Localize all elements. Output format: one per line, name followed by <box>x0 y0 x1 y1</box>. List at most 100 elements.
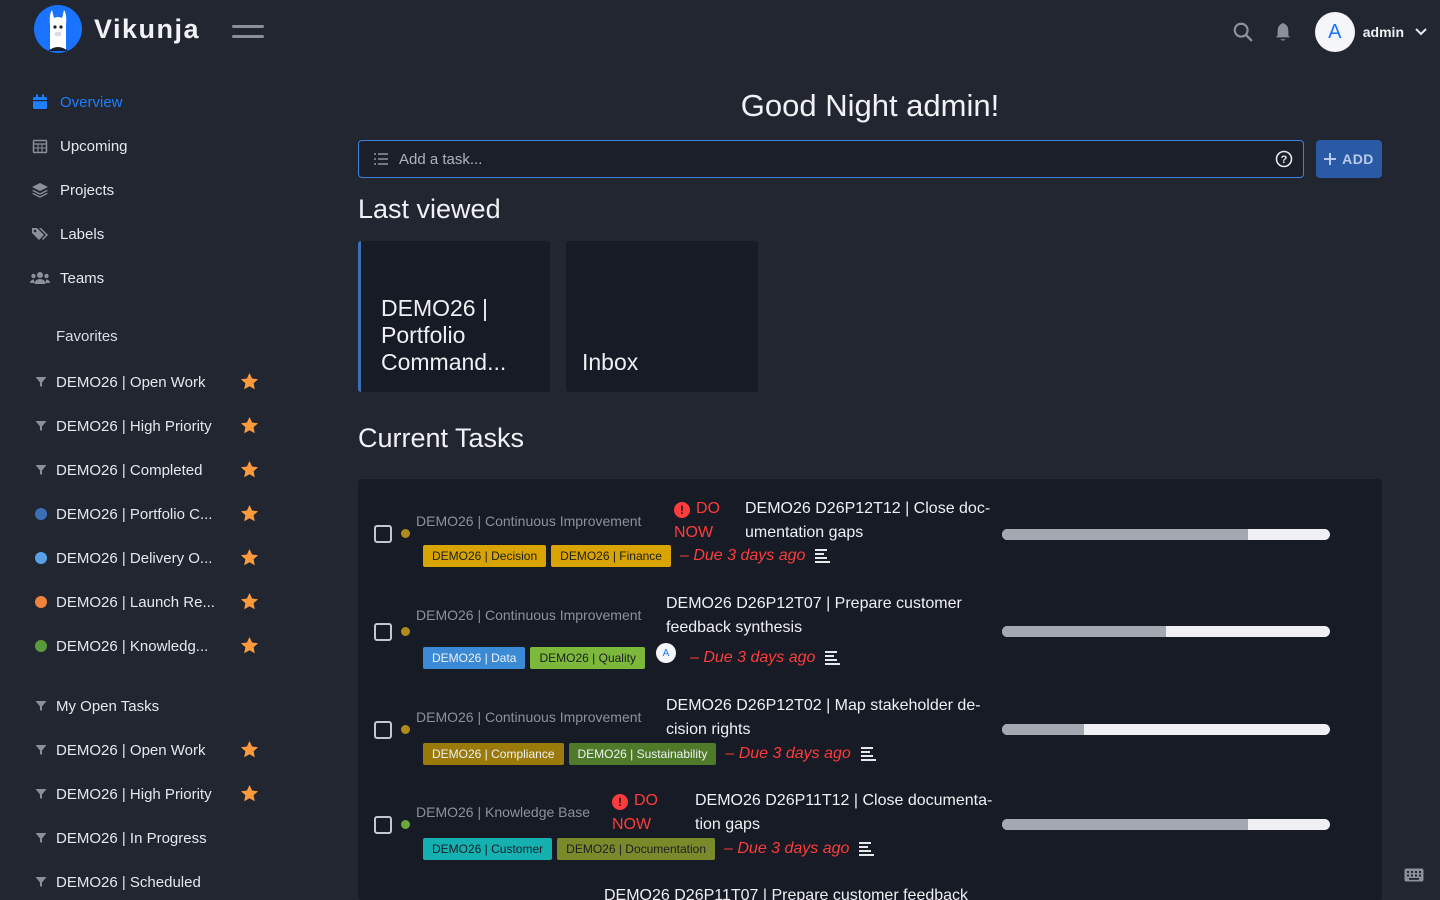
favorite-item[interactable]: DEMO26 | Launch Re... <box>34 588 274 616</box>
project-color-dot <box>35 552 47 564</box>
add-task-button[interactable]: ADD <box>1316 140 1382 178</box>
plus-icon <box>1324 153 1337 165</box>
last-viewed-card[interactable]: DEMO26 | Portfolio Command... <box>358 241 550 392</box>
sidebar-item-projects[interactable]: Projects <box>30 175 114 205</box>
favorite-label: DEMO26 | Open Work <box>56 373 206 391</box>
progress-fill <box>1002 626 1166 637</box>
sidebar-item-overview[interactable]: Overview <box>30 87 123 117</box>
project-color-dot <box>401 627 410 636</box>
task-label: DEMO26 | Decision <box>423 545 547 567</box>
task-progress-bar <box>1002 529 1330 540</box>
task-title[interactable]: DEMO26 D26P11T12 | Close documenta-tion … <box>695 789 1015 837</box>
project-color-dot <box>401 529 410 538</box>
sidebar-item-label: Upcoming <box>60 137 128 155</box>
task-checkbox[interactable] <box>374 525 392 543</box>
task-project: DEMO26 | Continuous Improvement <box>416 709 642 725</box>
sidebar-item-label: Labels <box>60 225 105 243</box>
users-icon <box>30 271 50 285</box>
user-menu[interactable]: A admin <box>1303 12 1428 52</box>
favorite-label: DEMO26 | Launch Re... <box>56 593 215 611</box>
favorite-item[interactable]: DEMO26 | Completed <box>34 456 274 484</box>
filter-icon <box>35 833 47 843</box>
star-icon[interactable] <box>240 592 259 615</box>
username: admin <box>1362 24 1404 40</box>
favorite-item[interactable]: DEMO26 | Portfolio C... <box>34 500 274 528</box>
task-title[interactable]: DEMO26 D26P12T02 | Map stakeholder de-ci… <box>666 694 1006 742</box>
last-viewed-card[interactable]: Inbox <box>566 241 758 392</box>
star-icon[interactable] <box>240 784 259 807</box>
star-icon[interactable] <box>240 740 259 763</box>
task-title[interactable]: DEMO26 D26P12T07 | Prepare customer feed… <box>666 592 996 640</box>
filter-item[interactable]: DEMO26 | Open Work <box>34 736 274 764</box>
filter-icon <box>35 377 47 387</box>
project-color-dot <box>35 640 47 652</box>
help-icon[interactable]: ? <box>1275 150 1293 168</box>
exclamation-icon: ! <box>674 502 690 518</box>
task-title[interactable]: DEMO26 D26P11T07 | Prepare customer feed… <box>604 884 1024 900</box>
sidebar-item-teams[interactable]: Teams <box>30 263 104 293</box>
search-button[interactable] <box>1223 12 1263 52</box>
task-progress-bar <box>1002 626 1330 637</box>
project-color-dot <box>401 725 410 734</box>
project-color-dot <box>401 820 410 829</box>
favorite-label: DEMO26 | Completed <box>56 461 203 479</box>
logo[interactable]: Vikunja <box>34 5 200 53</box>
menu-toggle-button[interactable] <box>232 25 264 39</box>
keyboard-shortcuts-icon[interactable] <box>1404 868 1424 887</box>
bell-icon <box>1275 23 1290 41</box>
favorite-label: DEMO26 | Knowledg... <box>56 637 209 655</box>
progress-fill <box>1002 724 1084 735</box>
description-icon <box>859 842 875 856</box>
filter-label: DEMO26 | In Progress <box>56 829 207 847</box>
filter-item[interactable]: DEMO26 | In Progress <box>34 824 274 852</box>
favorite-item[interactable]: DEMO26 | Delivery O... <box>34 544 274 572</box>
task-labels: DEMO26 | Decision DEMO26 | Finance – Due… <box>423 545 831 567</box>
task-checkbox[interactable] <box>374 721 392 739</box>
due-date: – Due 3 days ago <box>725 745 851 762</box>
filter-item[interactable]: DEMO26 | High Priority <box>34 780 274 808</box>
filter-item[interactable]: DEMO26 | Scheduled <box>34 868 274 896</box>
star-icon[interactable] <box>240 372 259 395</box>
progress-fill <box>1002 819 1248 830</box>
filter-icon <box>35 745 47 755</box>
layers-icon <box>30 182 50 198</box>
card-title: Inbox <box>582 349 639 375</box>
project-color-dot <box>35 596 47 608</box>
filter-icon <box>35 421 47 431</box>
add-task-field[interactable]: ? <box>358 140 1304 178</box>
filter-item[interactable]: My Open Tasks <box>34 692 274 720</box>
favorite-item[interactable]: DEMO26 | Open Work <box>34 368 274 396</box>
task-checkbox[interactable] <box>374 816 392 834</box>
star-icon[interactable] <box>240 548 259 571</box>
sidebar-item-label: Overview <box>60 93 123 111</box>
task-checkbox[interactable] <box>374 623 392 641</box>
star-icon[interactable] <box>240 416 259 439</box>
top-bar: Vikunja A admin <box>0 0 1440 64</box>
favorite-item[interactable]: DEMO26 | High Priority <box>34 412 274 440</box>
task-label: DEMO26 | Compliance <box>423 743 564 765</box>
chevron-down-icon <box>1415 28 1427 36</box>
sidebar-item-upcoming[interactable]: Upcoming <box>30 131 128 161</box>
star-icon[interactable] <box>240 504 259 527</box>
filter-label: My Open Tasks <box>56 697 160 715</box>
favorites-heading: Favorites <box>56 328 118 345</box>
favorite-item[interactable]: DEMO26 | Knowledg... <box>34 632 274 660</box>
llama-logo-icon <box>34 5 82 53</box>
star-icon[interactable] <box>240 460 259 483</box>
priority-badge: ! DO NOW <box>674 497 734 545</box>
avatar: A <box>1314 12 1355 52</box>
star-icon[interactable] <box>240 636 259 659</box>
notifications-button[interactable] <box>1263 12 1303 52</box>
task-title[interactable]: DEMO26 D26P12T12 | Close doc-umentation … <box>745 497 1007 545</box>
task-label: DEMO26 | Quality <box>530 647 645 669</box>
add-task-input[interactable] <box>399 150 1275 168</box>
svg-text:?: ? <box>1281 154 1288 166</box>
calendar-icon <box>30 94 50 110</box>
task-project: DEMO26 | Continuous Improvement <box>416 513 642 529</box>
calendar-grid-icon <box>30 138 50 154</box>
favorite-label: DEMO26 | Delivery O... <box>56 549 213 567</box>
task-progress-bar <box>1002 724 1330 735</box>
current-tasks-heading: Current Tasks <box>358 423 525 453</box>
sidebar-item-labels[interactable]: Labels <box>30 219 104 249</box>
description-icon <box>825 651 841 665</box>
